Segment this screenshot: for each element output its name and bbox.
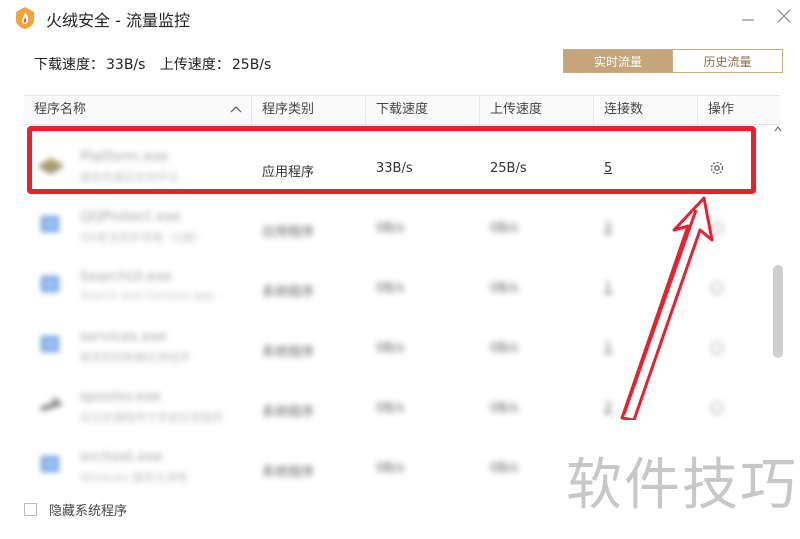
program-name: svchost.exe bbox=[80, 449, 163, 465]
download-speed: 0B/s bbox=[376, 281, 405, 296]
window-title: 火绒安全 - 流量监控 bbox=[46, 11, 190, 30]
column-header-download-speed[interactable]: 下载速度 bbox=[366, 96, 480, 124]
hide-system-programs-label: 隐藏系统程序 bbox=[49, 504, 128, 519]
sort-ascending-icon bbox=[230, 106, 242, 113]
upload-speed: 0B/s bbox=[490, 341, 519, 356]
close-button[interactable] bbox=[776, 8, 792, 24]
close-icon bbox=[777, 9, 791, 23]
program-name: spoolsv.exe bbox=[80, 389, 161, 405]
red-arrow-annotation-icon bbox=[620, 196, 714, 422]
program-icon bbox=[41, 216, 59, 232]
download-speed: 0B/s bbox=[376, 461, 405, 476]
upload-speed-label: 上传速度： bbox=[159, 57, 230, 73]
program-type: 系统程序 bbox=[262, 345, 315, 360]
program-name: SearchUI.exe bbox=[80, 269, 172, 285]
program-icon bbox=[41, 336, 59, 352]
download-speed: 0B/s bbox=[376, 341, 405, 356]
view-tabs: 实时流量 历史流量 bbox=[563, 49, 783, 73]
highlight-annotation-box bbox=[27, 126, 756, 194]
scroll-up-chevron-icon[interactable] bbox=[774, 126, 782, 132]
download-speed: 0B/s bbox=[376, 221, 405, 236]
program-description: QQ安全防护进程（Q盾） bbox=[80, 231, 205, 244]
program-name: services.exe bbox=[80, 329, 167, 345]
upload-speed: 0B/s bbox=[490, 461, 519, 476]
tab-realtime-traffic[interactable]: 实时流量 bbox=[563, 49, 673, 73]
upload-speed: 0B/s bbox=[490, 221, 519, 236]
upload-speed: 0B/s bbox=[490, 281, 519, 296]
program-type: 应用程序 bbox=[262, 225, 315, 240]
table-header: 程序名称 程序类别 下载速度 上传速度 连接数 操作 bbox=[24, 95, 780, 125]
hide-system-programs-checkbox[interactable] bbox=[24, 503, 37, 516]
huorong-logo-icon bbox=[16, 7, 34, 29]
download-speed-value: 33B/s bbox=[106, 57, 146, 73]
column-header-actions: 操作 bbox=[708, 102, 735, 117]
program-description: 后台处理程序子系统应用程序 bbox=[80, 411, 223, 424]
column-header-program-name[interactable]: 程序名称 bbox=[24, 96, 252, 124]
speed-summary: 下载速度： 33B/s 上传速度： 25B/s bbox=[34, 54, 273, 74]
program-type: 系统程序 bbox=[262, 285, 315, 300]
minimize-icon bbox=[742, 19, 754, 21]
title-bar: 火绒安全 - 流量监控 bbox=[0, 0, 800, 36]
program-icon bbox=[41, 456, 59, 472]
program-description: Windows 服务主进程 bbox=[80, 471, 188, 484]
column-header-upload-speed[interactable]: 上传速度 bbox=[480, 96, 594, 124]
program-type: 系统程序 bbox=[262, 405, 315, 420]
footer: 隐藏系统程序 bbox=[24, 500, 127, 519]
download-speed: 0B/s bbox=[376, 401, 405, 416]
upload-speed: 0B/s bbox=[490, 401, 519, 416]
program-type: 系统程序 bbox=[262, 465, 315, 480]
watermark-text: 软件技巧 bbox=[566, 453, 798, 518]
program-icon bbox=[41, 276, 59, 292]
program-description: Search and Cortana app... bbox=[80, 289, 224, 302]
scrollbar-thumb[interactable] bbox=[773, 265, 783, 358]
tab-history-traffic[interactable]: 历史流量 bbox=[673, 49, 783, 73]
program-description: 服务和控制器应用程序 bbox=[80, 351, 190, 364]
column-header-connections[interactable]: 连接数 bbox=[594, 96, 698, 124]
minimize-button[interactable] bbox=[740, 8, 756, 24]
download-speed-label: 下载速度： bbox=[34, 57, 104, 73]
program-name: QQProtect.exe bbox=[80, 209, 181, 225]
column-header-program-type[interactable]: 程序类别 bbox=[252, 96, 366, 124]
upload-speed-value: 25B/s bbox=[231, 57, 272, 73]
program-icon bbox=[40, 398, 62, 411]
